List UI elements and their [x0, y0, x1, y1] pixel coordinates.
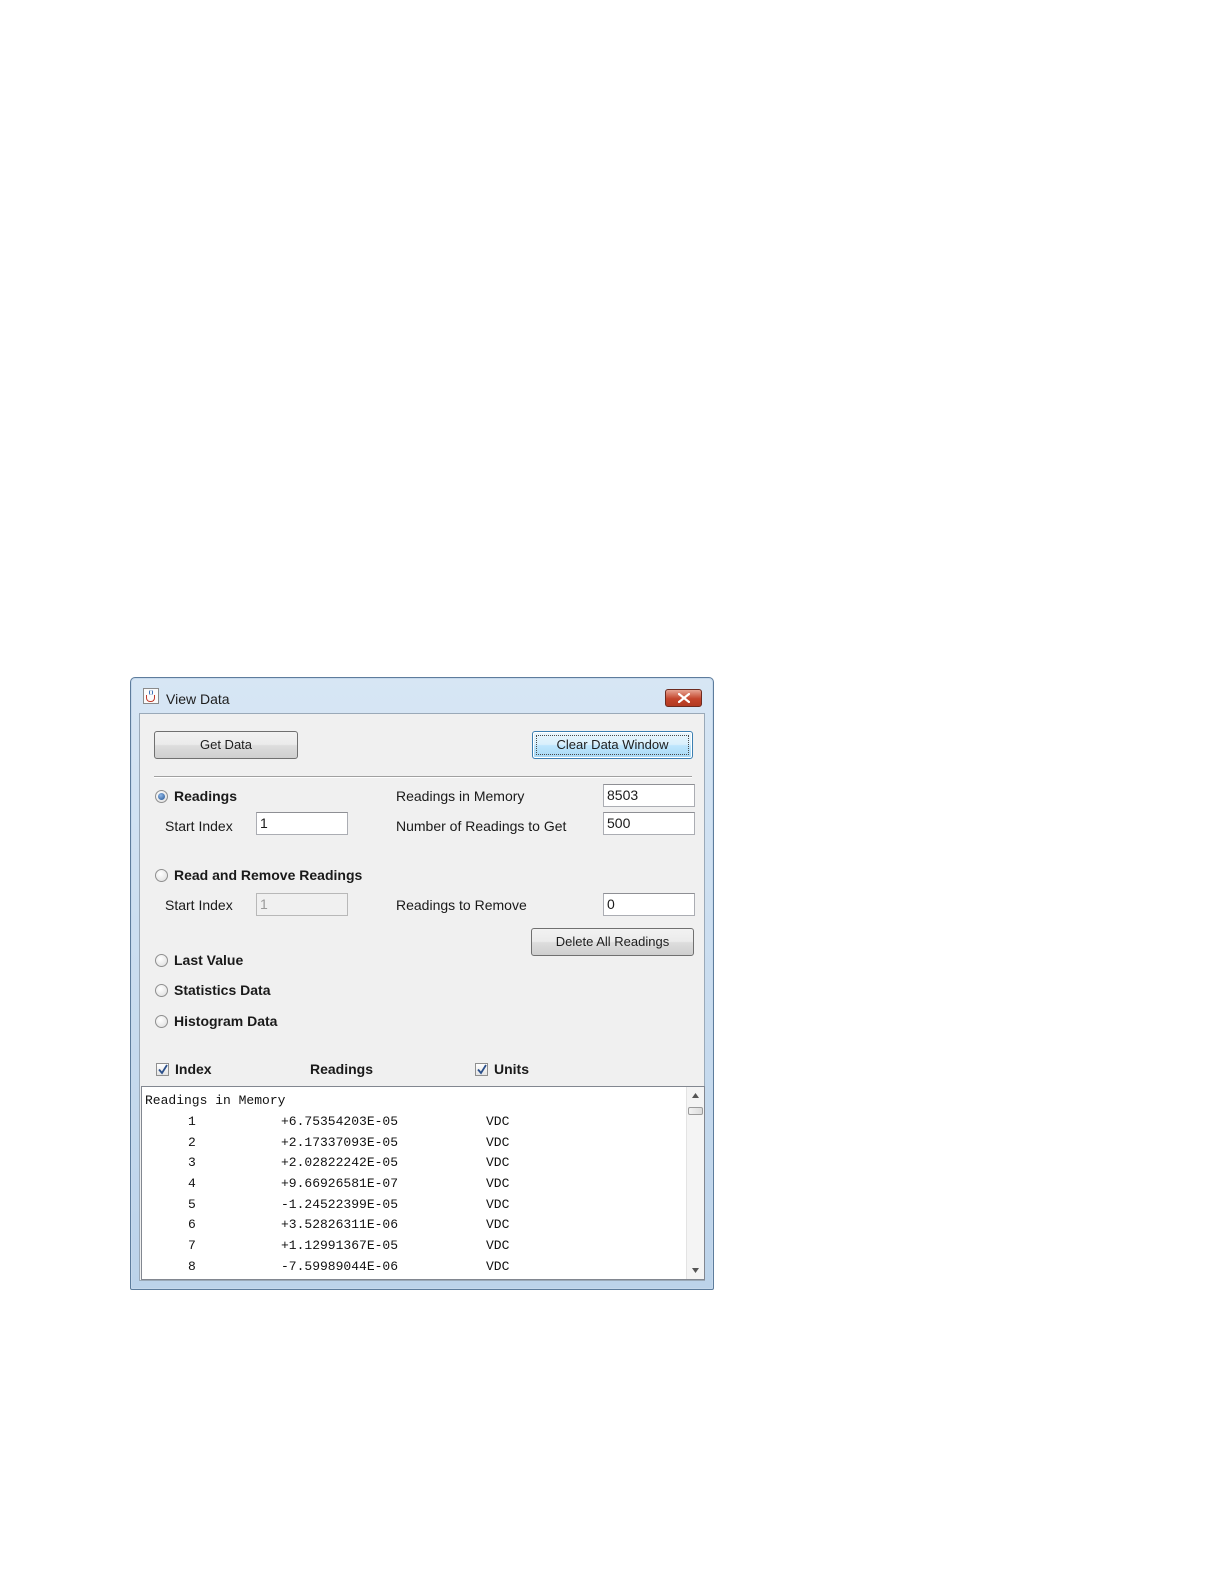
- statistics-data-radio[interactable]: [155, 984, 168, 997]
- dialog-body: Get Data Clear Data Window Readings Read…: [139, 713, 705, 1281]
- row-unit: VDC: [486, 1197, 510, 1212]
- last-value-radio[interactable]: [155, 954, 168, 967]
- window-title: View Data: [166, 691, 230, 707]
- remove-start-index-field[interactable]: 1: [256, 893, 348, 916]
- java-cup-icon: [143, 688, 159, 704]
- readings-to-remove-label: Readings to Remove: [396, 897, 527, 913]
- row-unit: VDC: [486, 1217, 510, 1232]
- data-output-area[interactable]: Readings in Memory 1 +6.75354203E-05 VDC…: [141, 1086, 705, 1280]
- units-checkbox[interactable]: [475, 1063, 488, 1076]
- row-unit: VDC: [486, 1135, 510, 1150]
- number-of-readings-field[interactable]: 500: [603, 812, 695, 835]
- checkmark-icon: [477, 1064, 487, 1075]
- row-index: 5: [188, 1197, 196, 1212]
- row-index: 7: [188, 1238, 196, 1253]
- checkmark-icon: [158, 1064, 168, 1075]
- units-checkbox-label[interactable]: Units: [494, 1061, 529, 1077]
- row-index: 3: [188, 1155, 196, 1170]
- row-value: +1.12991367E-05: [281, 1238, 399, 1253]
- scroll-thumb[interactable]: [688, 1107, 703, 1115]
- readings-radio-label[interactable]: Readings: [174, 788, 237, 804]
- clear-data-window-button[interactable]: Clear Data Window: [532, 731, 693, 759]
- row-value: +6.75354203E-05: [281, 1114, 399, 1129]
- row-unit: VDC: [486, 1155, 510, 1170]
- scroll-down-button[interactable]: [687, 1262, 704, 1279]
- row-value: +3.52826311E-06: [281, 1217, 399, 1232]
- start-index-field[interactable]: 1: [256, 812, 348, 835]
- histogram-data-radio-label[interactable]: Histogram Data: [174, 1013, 277, 1029]
- close-button[interactable]: [665, 689, 702, 707]
- statistics-data-radio-label[interactable]: Statistics Data: [174, 982, 270, 998]
- scroll-up-button[interactable]: [687, 1087, 704, 1104]
- row-unit: VDC: [486, 1114, 510, 1129]
- remove-start-index-label: Start Index: [165, 897, 233, 913]
- close-icon: [678, 693, 690, 703]
- arrow-up-icon: [692, 1093, 699, 1098]
- last-value-radio-label[interactable]: Last Value: [174, 952, 243, 968]
- row-index: 1: [188, 1114, 196, 1129]
- row-unit: VDC: [486, 1259, 510, 1274]
- readings-in-memory-label: Readings in Memory: [396, 788, 525, 804]
- row-value: -7.59989044E-06: [281, 1259, 399, 1274]
- read-remove-radio-label[interactable]: Read and Remove Readings: [174, 867, 362, 883]
- row-index: 8: [188, 1259, 196, 1274]
- row-value: -1.24522399E-05: [281, 1197, 399, 1212]
- row-value: +9.66926581E-07: [281, 1176, 399, 1191]
- index-checkbox-label[interactable]: Index: [175, 1061, 212, 1077]
- row-value: +2.17337093E-05: [281, 1135, 399, 1150]
- row-index: 6: [188, 1217, 196, 1232]
- start-index-label: Start Index: [165, 818, 233, 834]
- readings-column-header: Readings: [310, 1061, 374, 1077]
- row-index: 4: [188, 1176, 196, 1191]
- row-unit: VDC: [486, 1176, 510, 1191]
- readings-radio[interactable]: [155, 790, 168, 803]
- histogram-data-radio[interactable]: [155, 1015, 168, 1028]
- title-bar[interactable]: View Data: [131, 678, 713, 712]
- readings-to-remove-field[interactable]: 0: [603, 893, 695, 916]
- get-data-button[interactable]: Get Data: [154, 731, 298, 759]
- row-unit: VDC: [486, 1238, 510, 1253]
- read-remove-radio[interactable]: [155, 869, 168, 882]
- separator: [154, 776, 692, 778]
- number-of-readings-label: Number of Readings to Get: [396, 818, 567, 834]
- readings-in-memory-field[interactable]: 8503: [603, 784, 695, 807]
- row-value: +2.02822242E-05: [281, 1155, 399, 1170]
- output-header: Readings in Memory: [145, 1093, 286, 1108]
- index-checkbox[interactable]: [156, 1063, 169, 1076]
- view-data-window: View Data Get Data Clear Data Window Rea…: [130, 677, 714, 1290]
- row-index: 2: [188, 1135, 196, 1150]
- delete-all-readings-button[interactable]: Delete All Readings: [531, 928, 694, 956]
- vertical-scrollbar[interactable]: [686, 1087, 704, 1279]
- arrow-down-icon: [692, 1268, 699, 1273]
